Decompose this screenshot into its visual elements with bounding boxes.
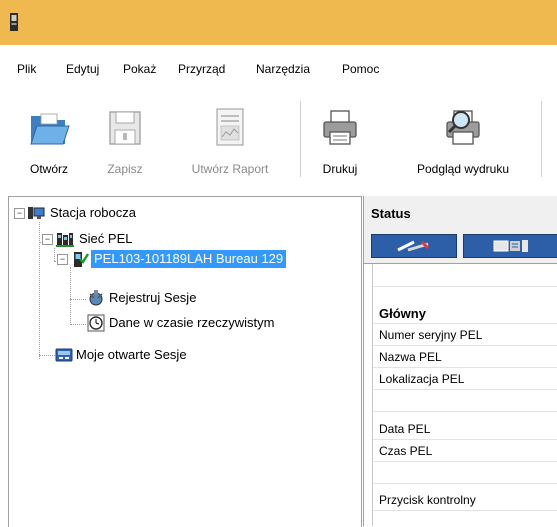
floppy-disk-icon [109,111,141,145]
tree-label-record-session: Rejestruj Sesje [109,290,197,305]
tree-item-open-sessions[interactable]: Moje otwarte Sesje [9,345,361,365]
instrument-tab[interactable] [463,234,557,258]
menu-file[interactable]: Plik [17,62,36,76]
tree-label-realtime-data: Dane w czasie rzeczywistym [109,315,275,330]
tools-icon [397,240,430,252]
status-row-serial: Numer seryjny PEL [373,323,557,346]
print-preview-label: Podgląd wydruku [416,162,510,176]
tree-item-record-session[interactable]: Rejestruj Sesje [9,288,361,308]
workstation-tree: − Stacja robocza − Sieć PEL − PEL103-101… [8,196,362,527]
tree-label-workstation: Stacja robocza [50,205,136,220]
create-report-button[interactable]: Utwórz Raport [176,99,284,179]
open-button[interactable]: Otwórz [14,99,84,179]
status-panel: Status Główny Numer seryjny PEL Nazwa PE… [363,196,557,526]
tree-item-realtime-data[interactable]: Dane w czasie rzeczywistym [9,313,361,333]
record-session-icon [89,290,103,306]
toolbar: Otwórz Zapisz Utwórz Raport Drukuj Podgl… [0,93,557,189]
menu-help[interactable]: Pomoc [342,62,379,76]
collapse-icon[interactable]: − [14,208,25,219]
print-label: Drukuj [322,162,358,176]
status-row-spacer [373,461,557,484]
create-report-label: Utwórz Raport [191,162,269,176]
printer-icon [323,110,357,145]
pel-device-icon [74,252,89,267]
status-row-main: Główny [373,301,557,324]
collapse-icon[interactable]: − [42,234,53,245]
status-title: Status [371,206,411,221]
configuration-tab[interactable] [371,234,457,258]
status-header: Status [364,196,557,229]
title-bar [0,0,557,45]
status-tab-strip [364,229,557,264]
menu-bar: Plik Edytuj Pokaż Przyrząd Narzędzia Pom… [0,45,557,93]
clock-icon [87,314,105,332]
status-properties: Główny Numer seryjny PEL Nazwa PEL Lokal… [372,264,557,526]
collapse-icon[interactable]: − [57,254,68,265]
status-row-label: Czas PEL [379,444,433,458]
tree-label-network: Sieć PEL [79,231,133,246]
workstation-icon [28,207,45,219]
status-row-label: Numer seryjny PEL [379,328,483,342]
status-row-label: Przycisk kontrolny [379,493,476,507]
status-row-label: Data PEL [379,422,431,436]
open-label: Otwórz [29,162,68,176]
save-button[interactable]: Zapisz [92,99,158,179]
save-label: Zapisz [107,162,143,176]
instrument-icon [493,240,528,252]
tree-label-open-sessions: Moje otwarte Sesje [76,347,187,362]
print-preview-button[interactable]: Podgląd wydruku [390,99,536,179]
report-icon [216,108,244,146]
menu-edit[interactable]: Edytuj [66,62,99,76]
menu-view[interactable]: Pokaż [123,62,156,76]
app-icon [10,13,18,31]
tree-item-workstation[interactable]: − Stacja robocza [9,203,361,223]
status-row-time: Czas PEL [373,439,557,462]
print-preview-icon [446,110,480,145]
tree-label-device: PEL103-101189LAH Bureau 129 [91,250,287,268]
tree-item-network[interactable]: − Sieć PEL [9,229,361,249]
menu-tools[interactable]: Narzędzia [256,62,310,76]
status-row-label: Główny [379,306,426,321]
folder-open-icon [30,113,70,145]
open-sessions-icon [55,348,73,362]
status-row-label: Nazwa PEL [379,350,442,364]
status-row-location: Lokalizacja PEL [373,367,557,390]
tree-item-device[interactable]: − PEL103-101189LAH Bureau 129 [9,249,361,269]
status-row-control-button: Przycisk kontrolny [373,488,557,511]
status-row-name: Nazwa PEL [373,345,557,368]
status-row-spacer [373,389,557,412]
toolbar-separator [541,101,542,177]
network-icon [56,233,74,247]
print-button[interactable]: Drukuj [312,99,368,179]
status-row-spacer [373,264,557,287]
status-row-date: Data PEL [373,417,557,440]
menu-instrument[interactable]: Przyrząd [178,62,225,76]
toolbar-separator [300,101,301,177]
status-row-label: Lokalizacja PEL [379,372,465,386]
